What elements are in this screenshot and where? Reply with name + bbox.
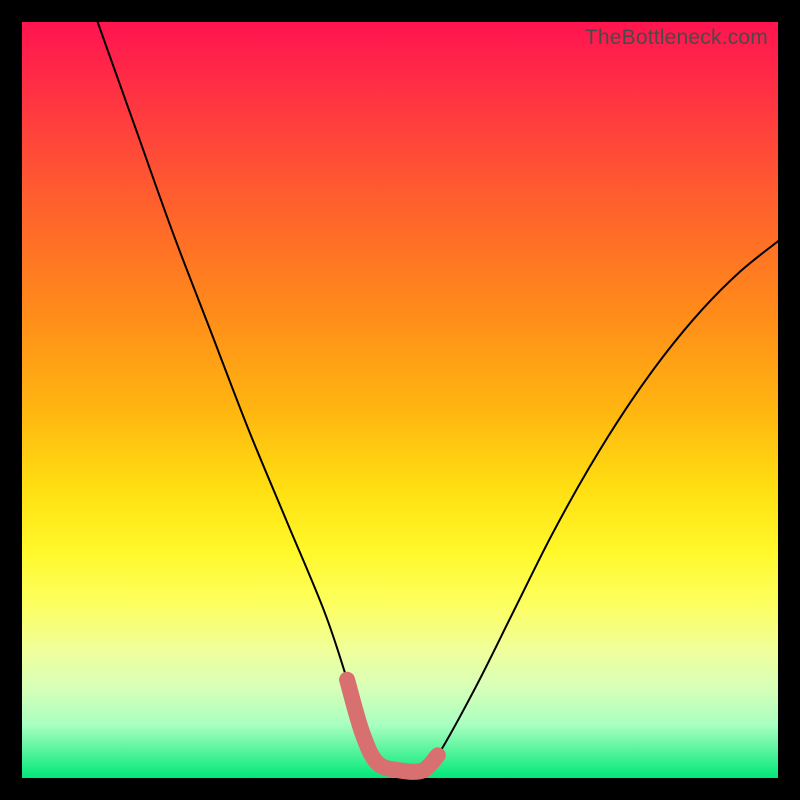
chart-frame: TheBottleneck.com: [0, 0, 800, 800]
black-curve: [98, 22, 778, 772]
chart-svg: [22, 22, 778, 778]
pink-trough: [347, 680, 438, 772]
plot-area: TheBottleneck.com: [22, 22, 778, 778]
